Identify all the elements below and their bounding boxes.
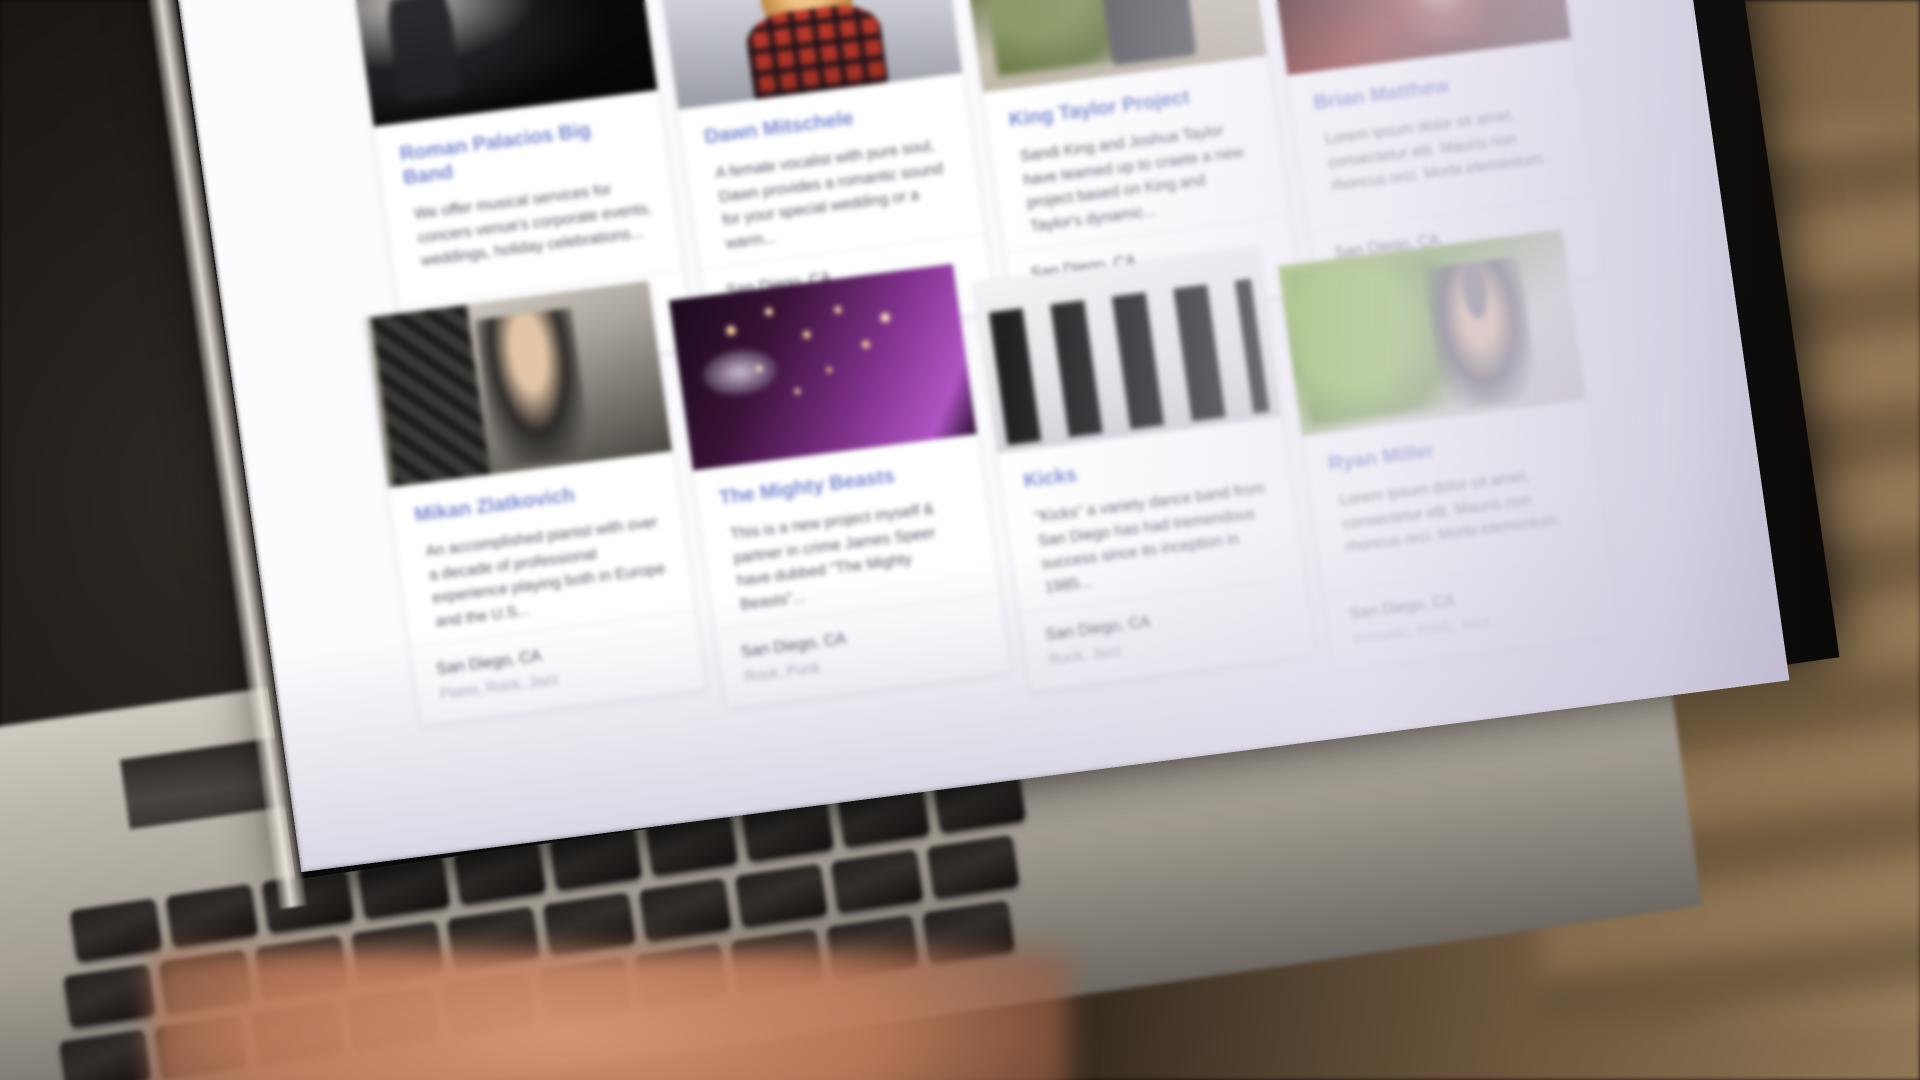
artist-description: A female vocalist with pure soul, Dawn p…	[714, 137, 945, 253]
artist-card[interactable]: Mikan Zlatkovich An accomplished pianist…	[364, 280, 706, 726]
artist-card[interactable]: Ryan Miller Lorem ipsum dolor sit amet, …	[1278, 229, 1620, 671]
artist-description: "Kicks" a variety dance band from San Di…	[1033, 479, 1266, 597]
artist-description: Sandi King and Joshua Taylor have teamed…	[1019, 122, 1245, 236]
artist-description: An accomplished pianist with over a deca…	[424, 513, 667, 631]
artist-description: Lorem ipsum dolor sit amet, consectetur …	[1338, 467, 1563, 556]
photo-of-laptop-screen: Explore Artists Browsing All Genres in S…	[0, 0, 1920, 1080]
artist-card[interactable]: The Mighty Beasts This is a new project …	[669, 263, 1011, 709]
artist-description: We offer musical services for concers ve…	[413, 180, 653, 270]
concert-stage-photo	[669, 263, 977, 471]
users-hand	[150, 950, 1070, 1080]
artist-card[interactable]: Kicks "Kicks" a variety dance band from …	[973, 246, 1316, 692]
pianist-portrait-photo	[364, 280, 673, 488]
man-with-hat-photo	[1278, 229, 1586, 437]
artist-description: This is a new project myself & partner i…	[729, 500, 937, 614]
band-group-photo	[973, 246, 1282, 454]
artist-description: Lorem ipsum dolor sit amet, consectetur …	[1323, 106, 1549, 195]
